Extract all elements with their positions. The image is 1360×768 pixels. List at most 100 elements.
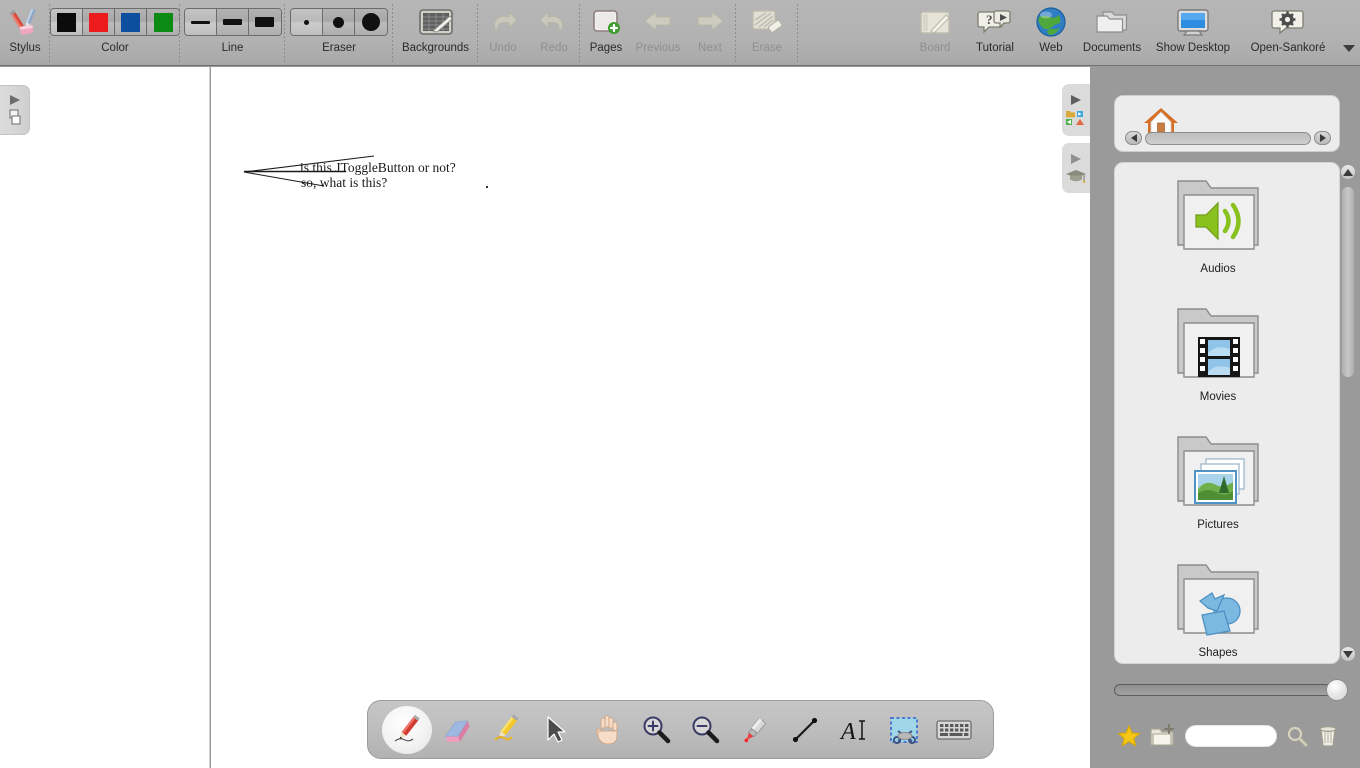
toolbar-web[interactable]: Web xyxy=(1026,0,1076,66)
library-item-audios[interactable]: Audios xyxy=(1115,175,1321,275)
library-item-shapes[interactable]: Shapes xyxy=(1115,559,1321,659)
color-swatch-black[interactable] xyxy=(51,9,83,35)
color-swatch-red[interactable] xyxy=(83,9,115,35)
toolbar-overflow[interactable] xyxy=(1338,0,1360,66)
eraser-size-small[interactable] xyxy=(291,9,323,35)
desktop-monitor-icon xyxy=(1174,5,1212,39)
toolbar-next[interactable]: Next xyxy=(684,0,736,66)
pages-stack-icon xyxy=(8,109,22,126)
tool-zoom-out[interactable] xyxy=(681,706,731,754)
color-swatch-blue[interactable] xyxy=(115,9,147,35)
toolbar-tutorial[interactable]: ? Tutorial xyxy=(964,0,1026,66)
toolbar-redo[interactable]: Redo xyxy=(528,0,580,66)
toolbar-erase[interactable]: Erase xyxy=(736,0,798,66)
toolbar-backgrounds[interactable]: Backgrounds xyxy=(393,0,478,66)
line-width-thin[interactable] xyxy=(184,9,217,35)
main-toolbar: Stylus Color Line Eraser Backgrounds Und… xyxy=(0,0,1360,66)
toolbar-color-label: Color xyxy=(101,42,129,54)
tool-marker[interactable] xyxy=(482,706,532,754)
svg-text:?: ? xyxy=(986,12,993,27)
toolbar-tutorial-label: Tutorial xyxy=(976,42,1014,54)
tool-hand[interactable] xyxy=(581,706,631,754)
magnifier-plus-icon xyxy=(643,716,670,743)
slider-track[interactable] xyxy=(1114,684,1346,696)
color-swatch-green[interactable] xyxy=(147,9,179,35)
tutorial-panel-handle[interactable] xyxy=(1062,143,1090,193)
library-panel: Audios Movies Pictures Shapes xyxy=(1107,67,1360,768)
tool-line[interactable] xyxy=(780,706,830,754)
scissors-capture-icon xyxy=(890,716,919,744)
undo-icon xyxy=(486,5,520,39)
pictures-folder-icon xyxy=(1177,436,1259,506)
line-icon xyxy=(792,717,817,742)
breadcrumb-forward-button[interactable] xyxy=(1314,131,1331,145)
search-input[interactable] xyxy=(1185,725,1277,747)
graduation-cap-icon xyxy=(1065,168,1087,184)
backgrounds-icon xyxy=(417,5,455,39)
library-icons xyxy=(1066,110,1084,125)
line-width-medium[interactable] xyxy=(216,9,249,35)
chevron-down-icon[interactable] xyxy=(1342,43,1356,53)
toolbar-undo-label: Undo xyxy=(489,42,517,54)
tool-capture[interactable] xyxy=(880,706,930,754)
tool-pen[interactable] xyxy=(382,705,432,754)
eraser-size-group xyxy=(290,8,388,36)
redo-icon xyxy=(537,5,571,39)
tool-zoom-in[interactable] xyxy=(631,706,681,754)
tool-laser[interactable] xyxy=(730,706,780,754)
toolbar-undo[interactable]: Undo xyxy=(478,0,528,66)
line-width-thick[interactable] xyxy=(248,9,281,35)
library-item-movies[interactable]: Movies xyxy=(1115,303,1321,403)
laser-pointer-icon xyxy=(744,717,766,742)
library-zoom-slider[interactable] xyxy=(1114,679,1354,701)
library-item-label: Movies xyxy=(1199,391,1237,403)
toolbar-eraser: Eraser xyxy=(285,0,393,66)
toolbar-web-label: Web xyxy=(1039,42,1063,54)
toolbar-pages-label: Pages xyxy=(589,42,623,54)
toolbar-documents-label: Documents xyxy=(1082,42,1142,54)
scroll-down-button[interactable] xyxy=(1340,646,1356,662)
toolbar-line-label: Line xyxy=(221,42,244,54)
breadcrumb-back-button[interactable] xyxy=(1125,131,1142,145)
movies-folder-icon xyxy=(1177,308,1259,378)
erase-board-icon xyxy=(749,5,785,39)
tool-virtual-keyboard[interactable] xyxy=(929,706,979,754)
toolbar-documents[interactable]: Documents xyxy=(1076,0,1148,66)
application-window: Stylus Color Line Eraser Backgrounds Und… xyxy=(0,0,1360,768)
trash-icon[interactable] xyxy=(1317,724,1339,748)
slider-knob[interactable] xyxy=(1326,679,1348,701)
tool-eraser[interactable] xyxy=(432,706,482,754)
eraser-size-large[interactable] xyxy=(355,9,387,35)
scroll-thumb[interactable] xyxy=(1341,186,1355,378)
breadcrumb-track[interactable] xyxy=(1145,131,1311,145)
gear-bubble-icon xyxy=(1270,5,1306,39)
tool-text[interactable]: A xyxy=(830,706,880,754)
library-item-list[interactable]: Audios Movies Pictures Shapes xyxy=(1114,162,1340,664)
library-item-label: Shapes xyxy=(1198,647,1238,659)
eraser-size-medium[interactable] xyxy=(323,9,355,35)
tool-selector[interactable] xyxy=(531,706,581,754)
new-folder-icon[interactable] xyxy=(1150,724,1176,748)
globe-icon xyxy=(1035,5,1067,39)
library-item-pictures[interactable]: Pictures xyxy=(1115,431,1321,531)
toolbar-stylus[interactable]: Stylus xyxy=(0,0,50,66)
page-panel-handle[interactable] xyxy=(0,85,30,135)
whiteboard-canvas[interactable]: is this JToggleButton or not? so, what i… xyxy=(211,67,1090,768)
toolbar-show-desktop-label: Show Desktop xyxy=(1155,42,1231,54)
toolbar-board[interactable]: Board xyxy=(906,0,964,66)
library-scrollbar[interactable] xyxy=(1339,164,1357,662)
magnifier-icon[interactable] xyxy=(1286,725,1308,747)
toolbar-pages[interactable]: Pages xyxy=(580,0,632,66)
library-panel-handle[interactable] xyxy=(1062,84,1090,136)
toolbar-previous[interactable]: Previous xyxy=(632,0,684,66)
library-item-label: Pictures xyxy=(1197,519,1239,531)
star-icon[interactable] xyxy=(1117,724,1141,748)
tool-palette: A xyxy=(367,700,994,759)
magnifier-minus-icon xyxy=(692,716,720,743)
toolbar-open-sankore[interactable]: Open-Sankoré xyxy=(1238,0,1338,66)
scroll-up-button[interactable] xyxy=(1340,164,1356,180)
documents-folder-icon xyxy=(1093,5,1131,39)
toolbar-eraser-label: Eraser xyxy=(322,42,356,54)
arrow-left-icon xyxy=(641,5,675,39)
toolbar-show-desktop[interactable]: Show Desktop xyxy=(1148,0,1238,66)
